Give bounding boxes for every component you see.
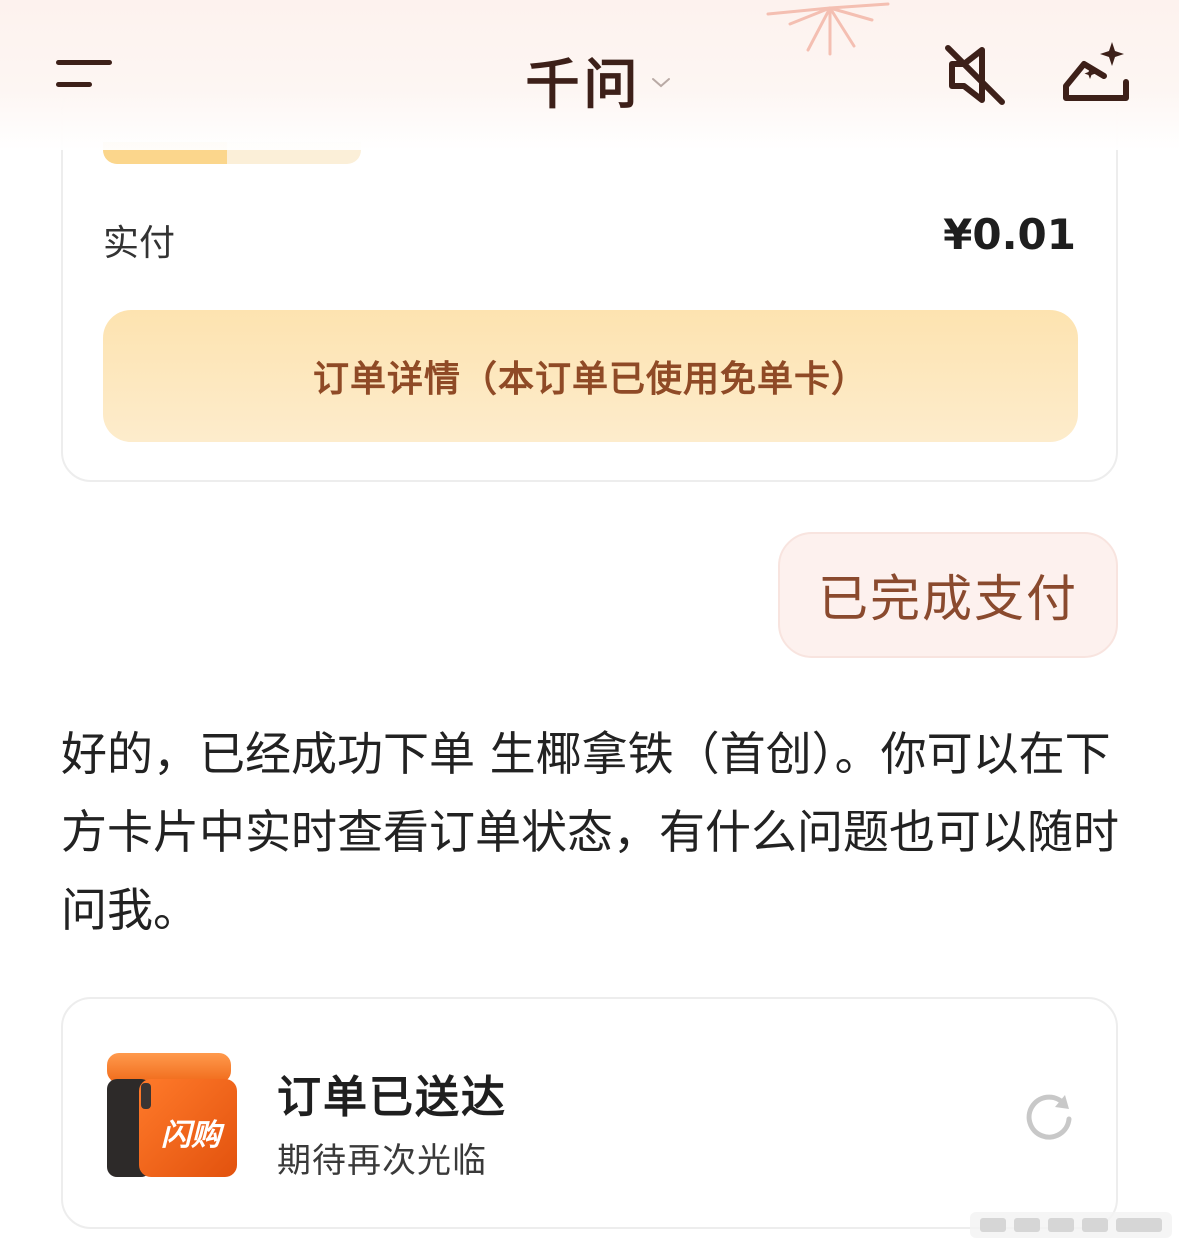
shangou-box-icon: 闪购 bbox=[107, 1053, 237, 1177]
app-title: 千问 bbox=[525, 52, 642, 116]
assistant-reply: 好的，已经成功下单 生椰拿铁（首创）。你可以在下方卡片中实时查看订单状态，有什么… bbox=[61, 727, 1119, 937]
paid-label: 实付 bbox=[103, 223, 176, 264]
order-detail-label: 订单详情（本订单已使用免单卡） bbox=[312, 359, 868, 400]
order-status-card[interactable]: 闪购 订单已送达 期待再次光临 bbox=[61, 997, 1118, 1229]
speaker-mute-icon[interactable] bbox=[942, 40, 1008, 110]
svg-text:闪购: 闪购 bbox=[161, 1118, 225, 1153]
model-selector[interactable]: 千问 bbox=[526, 40, 672, 119]
top-bar: 千问 bbox=[0, 0, 1179, 150]
status-subtitle: 期待再次光临 bbox=[277, 1141, 487, 1181]
paid-amount: ¥0.01 bbox=[943, 210, 1076, 259]
status-title: 订单已送达 bbox=[277, 1072, 507, 1123]
refresh-icon[interactable] bbox=[1021, 1089, 1077, 1145]
chevron-down-icon bbox=[651, 78, 670, 88]
user-message-text: 已完成支付 bbox=[818, 570, 1078, 628]
watermark bbox=[970, 1212, 1172, 1238]
user-message-bubble[interactable]: 已完成支付 bbox=[778, 532, 1118, 658]
chat-screen: 实付 ¥0.01 订单详情（本订单已使用免单卡） 千问 已完成支付 好的，已经成… bbox=[0, 0, 1179, 1254]
order-detail-button[interactable]: 订单详情（本订单已使用免单卡） bbox=[103, 310, 1078, 442]
new-chat-sparkle-icon[interactable] bbox=[1060, 38, 1132, 108]
